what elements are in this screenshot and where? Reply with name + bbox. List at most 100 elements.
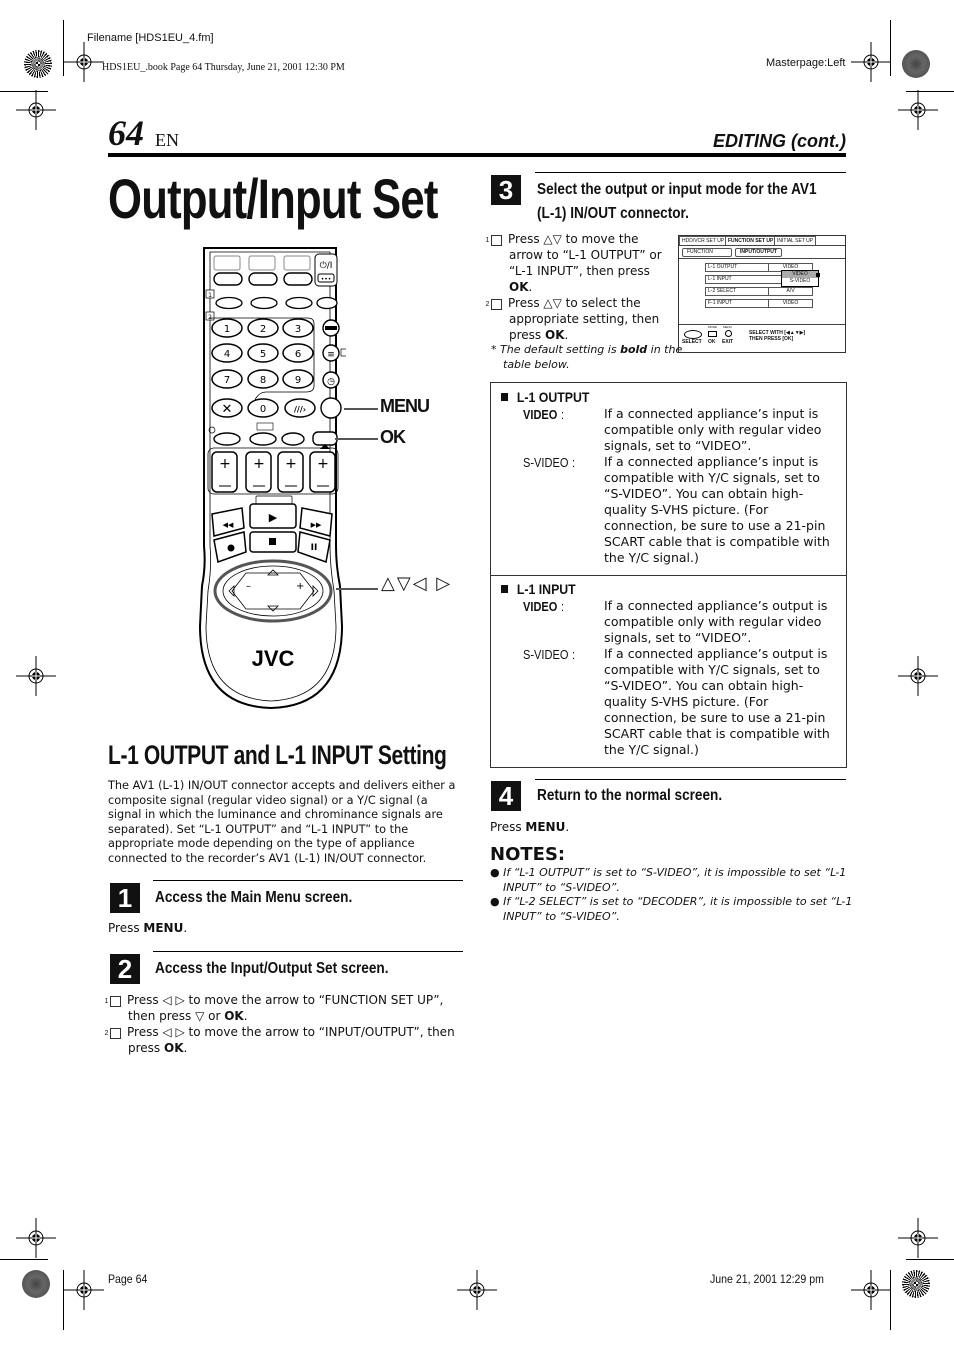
step-3-footnote: * The default setting is bold in the tab… xyxy=(491,343,683,371)
osd-footer-exit: EXIT xyxy=(722,339,734,345)
osd-footer-ok: OK xyxy=(708,339,716,345)
option-description: If a connected appliance’s input is comp… xyxy=(604,454,830,565)
step-3-rule xyxy=(535,172,846,173)
page-number: 64 xyxy=(108,113,144,153)
key-6: 6 xyxy=(295,349,301,360)
svg-text:+: + xyxy=(296,581,304,592)
registration-mark xyxy=(456,1269,498,1311)
osd-dropdown-option-selected: VIDEO xyxy=(782,271,818,278)
list-item: 1 Press △▽ to move the arrow to “L-1 OUTP… xyxy=(485,232,662,294)
osd-row: F-1 INPUT VIDEO xyxy=(705,299,813,308)
osd-dropdown-option: S-VIDEO xyxy=(789,278,811,284)
step-2-title: Access the Input/Output Set screen. xyxy=(155,960,389,977)
key-4: 4 xyxy=(224,349,230,360)
crop-line xyxy=(63,20,64,76)
step-3-list: 1 Press △▽ to move the arrow to “L-1 OUTP… xyxy=(485,231,671,343)
section-title: EDITING (cont.) xyxy=(713,131,846,151)
key-7: 7 xyxy=(224,375,230,386)
ok-key-icon xyxy=(708,331,717,337)
key-1: 1 xyxy=(224,324,230,335)
gray-rosette-mark xyxy=(22,1270,50,1298)
ok-callout: OK xyxy=(380,427,406,447)
registration-mark xyxy=(15,89,57,131)
registration-mark xyxy=(63,1269,105,1311)
option-key-default: VIDEO xyxy=(523,599,558,614)
menu-key-label: MENU xyxy=(525,820,566,834)
osd-subtab-input-output: INPUT/OUTPUT xyxy=(735,248,782,257)
list-item: 1 Press ◁ ▷ to move the arrow to “FUNCTIO… xyxy=(104,993,444,1023)
bullet-icon: ● xyxy=(490,895,504,908)
svg-text:+: + xyxy=(219,456,231,472)
print-book-line: HDS1EU_.book Page 64 Thursday, June 21, … xyxy=(102,62,345,73)
option-key-default: VIDEO xyxy=(523,407,558,422)
bullet-icon: ● xyxy=(490,866,504,879)
osd-footer: SELECT MODE OK MENU EXIT SELECT WITH [◀▲… xyxy=(679,324,845,353)
fast-forward-icon: ▶▶ xyxy=(311,521,322,529)
color-rosette-mark xyxy=(24,50,52,78)
key-8: 8 xyxy=(260,375,266,386)
step-4-number: 4 xyxy=(491,781,521,811)
clock-icon: ◷ xyxy=(327,377,335,387)
registration-mark xyxy=(15,1217,57,1259)
step-1-rule xyxy=(153,880,463,881)
crop-line xyxy=(890,1270,891,1330)
option-description: If a connected appliance’s output is com… xyxy=(604,646,830,757)
registration-mark xyxy=(897,89,939,131)
print-masterpage: Masterpage:Left xyxy=(766,57,846,69)
menu-key-icon xyxy=(725,330,732,337)
footer-page: Page 64 xyxy=(108,1272,148,1286)
remote-top-key xyxy=(213,255,241,271)
step-3-title-line2: (L-1) IN/OUT connector. xyxy=(537,205,689,222)
rewind-icon: ◀◀ xyxy=(223,521,234,529)
step-2-number: 2 xyxy=(110,954,140,984)
step-1-number: 1 xyxy=(110,883,140,913)
registration-mark xyxy=(63,41,105,83)
table-heading-l1-output: L-1 OUTPUT xyxy=(501,389,589,405)
registration-mark xyxy=(15,655,57,697)
gray-rosette-mark xyxy=(902,50,930,78)
step-1-title: Access the Main Menu screen. xyxy=(155,889,353,906)
step-4-rule xyxy=(535,779,846,780)
arrows-callout: △▽◁ ▷ xyxy=(381,573,453,594)
registration-mark xyxy=(897,655,939,697)
registration-mark xyxy=(850,1269,892,1311)
play-icon: ▶ xyxy=(269,511,278,524)
step-marker-2: 2 xyxy=(208,314,212,321)
step-3-number: 3 xyxy=(491,175,521,205)
notes-title: NOTES: xyxy=(490,844,566,865)
page-title: Output/Input Set xyxy=(108,167,438,230)
step-1-instruction: Press MENU. xyxy=(108,921,188,935)
table-divider xyxy=(491,575,846,576)
option-description: If a connected appliance’s output is com… xyxy=(604,598,828,645)
key-3: 3 xyxy=(295,324,301,335)
bullet-square-icon xyxy=(501,585,509,593)
osd-tabs: HDD/VCR SET UP FUNCTION SET UP INITIAL S… xyxy=(679,236,845,245)
osd-dropdown: VIDEO S-VIDEO xyxy=(781,270,819,287)
table-heading-l1-input: L-1 INPUT xyxy=(501,581,576,597)
osd-row: L-2 SELECT A/V xyxy=(705,287,813,296)
key-9: 9 xyxy=(295,375,301,386)
osd-subtab-function: FUNCTION xyxy=(682,248,732,257)
svg-text:+: + xyxy=(317,456,329,472)
crop-line xyxy=(906,91,954,92)
footer-date: June 21, 2001 12:29 pm xyxy=(710,1272,824,1286)
menu-key-label: MENU xyxy=(143,921,184,935)
menu-callout: MENU xyxy=(380,396,430,416)
osd-hint-2: THEN PRESS [OK] xyxy=(749,336,794,342)
option-key: S-VIDEO xyxy=(523,647,569,662)
registration-mark xyxy=(850,41,892,83)
step-2-list: 1 Press ◁ ▷ to move the arrow to “FUNCTIO… xyxy=(104,992,465,1056)
page-language: EN xyxy=(155,130,179,150)
stop-icon xyxy=(269,538,276,545)
crop-line xyxy=(890,20,891,76)
color-rosette-mark xyxy=(902,1270,930,1298)
crop-line xyxy=(0,1259,48,1260)
ok-callout-line xyxy=(335,438,378,440)
osd-ok-small: MODE xyxy=(708,325,717,329)
osd-tab-initial: INITIAL SET UP xyxy=(774,236,817,245)
header-rule xyxy=(108,153,846,157)
osd-tab-hdd-vcr: HDD/VCR SET UP xyxy=(679,236,728,245)
osd-subtabs: FUNCTION INPUT/OUTPUT xyxy=(679,245,845,259)
subsection-heading: L-1 OUTPUT and L-1 INPUT Setting xyxy=(108,740,447,770)
step-2-rule xyxy=(153,951,463,952)
